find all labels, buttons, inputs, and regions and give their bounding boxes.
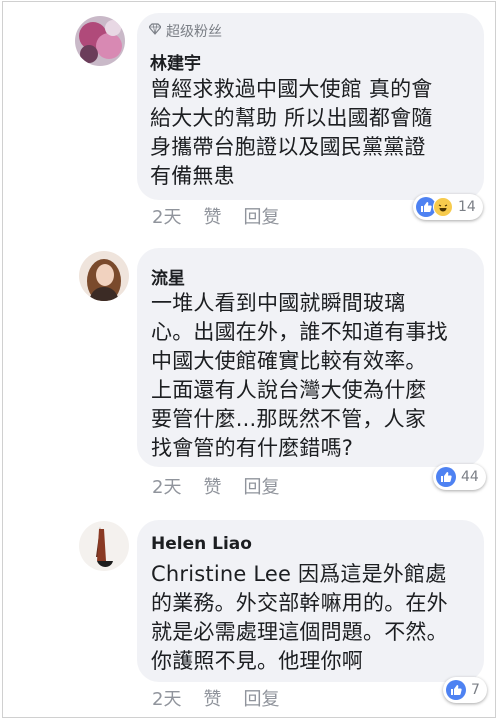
- avatar[interactable]: [79, 521, 129, 571]
- author-name[interactable]: 流星: [151, 264, 185, 289]
- reaction-count: 7: [471, 682, 480, 698]
- reaction-count: 44: [461, 469, 479, 485]
- comment-text: 曾經求救過中國大使館 真的會 給大大的幫助 所以出國都會隨 身攜帶台胞證以及國民…: [150, 77, 433, 188]
- reaction-summary[interactable]: 14: [413, 194, 483, 220]
- like-button[interactable]: 赞: [203, 203, 221, 229]
- timestamp[interactable]: 2天: [152, 473, 181, 499]
- reply-button[interactable]: 回复: [243, 685, 279, 711]
- avatar[interactable]: [75, 16, 125, 66]
- reaction-summary[interactable]: 7: [443, 677, 487, 703]
- like-icon: [446, 680, 466, 700]
- timestamp[interactable]: 2天: [152, 685, 181, 711]
- comment-bubble: 超级粉丝 林建宇 曾經求救過中國大使館 真的會 給大大的幫助 所以出國都會隨 身…: [137, 13, 484, 200]
- badge-label: 超级粉丝: [166, 24, 222, 40]
- author-name[interactable]: Helen Liao: [151, 534, 252, 554]
- reply-button[interactable]: 回复: [243, 473, 279, 499]
- like-button[interactable]: 赞: [203, 473, 221, 499]
- comment-actions: 2天 赞 回复: [152, 473, 279, 499]
- like-icon: [436, 467, 456, 487]
- comment-actions: 2天 赞 回复: [152, 203, 279, 229]
- comment-bubble: Helen Liao Christine Lee 因爲這是外館處 的業務。外交部…: [137, 520, 484, 682]
- avatar[interactable]: [79, 251, 129, 301]
- timestamp[interactable]: 2天: [152, 203, 181, 229]
- author-name[interactable]: 林建宇: [150, 49, 201, 74]
- comment-text: Christine Lee 因爲這是外館處 的業務。外交部幹嘛用的。在外 就是必…: [151, 562, 448, 673]
- top-fan-badge: 超级粉丝: [148, 21, 222, 41]
- comment-thread: 超级粉丝 林建宇 曾經求救過中國大使館 真的會 給大大的幫助 所以出國都會隨 身…: [2, 1, 496, 718]
- diamond-icon: [148, 23, 162, 39]
- reaction-summary[interactable]: 44: [433, 464, 486, 490]
- haha-icon: [433, 197, 453, 217]
- comment-text: 一堆人看到中國就瞬間玻璃 心。出國在外，誰不知道有事找 中國大使館確實比較有效率…: [151, 291, 448, 460]
- comment-bubble: 流星 一堆人看到中國就瞬間玻璃 心。出國在外，誰不知道有事找 中國大使館確實比較…: [137, 248, 484, 467]
- like-button[interactable]: 赞: [203, 685, 221, 711]
- reply-button[interactable]: 回复: [243, 203, 279, 229]
- comment-actions: 2天 赞 回复: [152, 685, 279, 711]
- reaction-count: 14: [458, 199, 476, 215]
